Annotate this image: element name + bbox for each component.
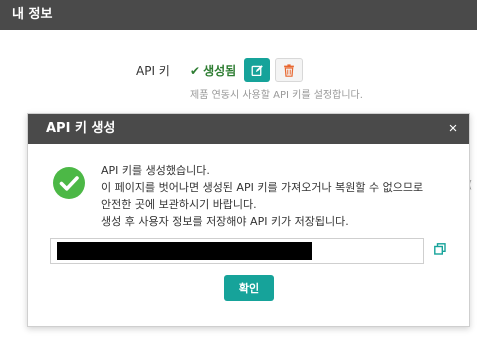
- message-line: 생성 후 사용자 정보를 저장해야 API 키가 저장됩니다.: [101, 215, 349, 228]
- trash-icon: [284, 63, 294, 77]
- message-line: API 키를 생성했습니다.: [101, 164, 210, 177]
- api-key-field[interactable]: [50, 238, 424, 264]
- api-key-row: API 키 ✔ 생성됨: [0, 58, 477, 82]
- delete-api-key-button[interactable]: [275, 58, 303, 82]
- confirm-button[interactable]: 확인: [224, 275, 274, 301]
- modal-title: API 키 생성: [46, 121, 116, 136]
- api-key-help-text: 제품 연동시 사용할 API 키를 설정합니다.: [190, 90, 363, 101]
- copy-icon: [434, 243, 446, 255]
- api-key-modal: API 키 생성 × API 키를 생성했습니다. 이 페이지를 벗어나면 생성…: [27, 113, 470, 327]
- checkmark-icon: ✔: [190, 64, 201, 78]
- success-check-icon: [53, 167, 85, 199]
- api-key-label: API 키: [136, 64, 170, 78]
- edit-icon: [251, 64, 263, 76]
- page-title: 내 정보: [0, 0, 477, 30]
- api-key-status: ✔ 생성됨: [190, 62, 236, 79]
- message-line: 안전한 곳에 보관하시기 바랍니다.: [101, 198, 257, 211]
- redacted-api-key: [57, 242, 312, 260]
- copy-button[interactable]: [433, 243, 447, 257]
- close-icon: ×: [448, 120, 458, 137]
- close-button[interactable]: ×: [445, 114, 461, 144]
- edit-api-key-button[interactable]: [244, 58, 270, 82]
- modal-header: API 키 생성 ×: [28, 114, 469, 144]
- message-line: 이 페이지를 벗어나면 생성된 API 키를 가져오거나 복원할 수 없으므로: [101, 181, 424, 194]
- modal-message: API 키를 생성했습니다. 이 페이지를 벗어나면 생성된 API 키를 가져…: [101, 162, 423, 230]
- api-key-status-text: 생성됨: [203, 64, 237, 78]
